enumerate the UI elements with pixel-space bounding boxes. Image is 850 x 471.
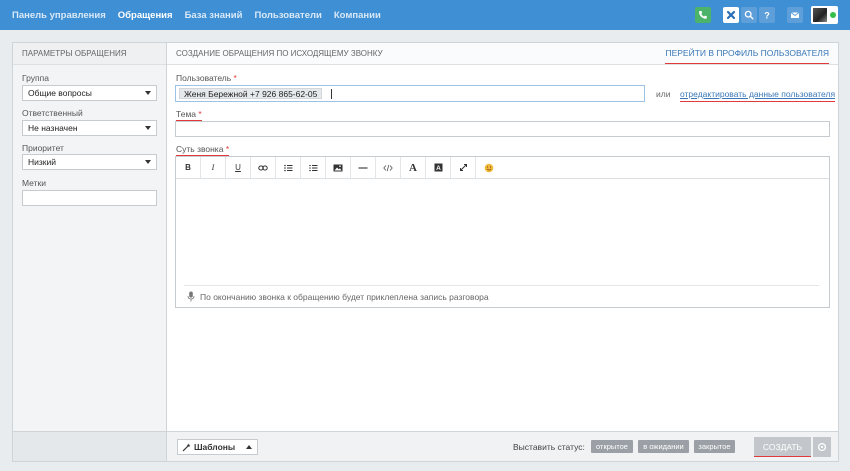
help-button[interactable]: ? (759, 7, 775, 23)
mail-icon (790, 12, 800, 18)
editor-footer: По окончанию звонка к обращению будет пр… (184, 285, 819, 305)
user-avatar[interactable] (811, 6, 838, 24)
status-closed-button[interactable]: закрытое (694, 440, 735, 453)
selected-user-tag[interactable]: Женя Бережной +7 926 865-62-05 (179, 88, 323, 99)
required-marker: * (233, 73, 237, 83)
group-select[interactable]: Общие вопросы (22, 85, 157, 101)
phone-icon (699, 11, 707, 19)
main-nav: Панель управления Обращения База знаний … (12, 0, 381, 30)
assignee-value: Не назначен (28, 123, 78, 133)
priority-label: Приоритет (22, 143, 64, 153)
search-button[interactable] (741, 7, 757, 23)
mail-button[interactable] (787, 7, 803, 23)
close-icon (726, 10, 736, 20)
tags-label: Метки (22, 178, 46, 188)
call-summary-label: Суть звонка * (176, 144, 230, 156)
create-button[interactable]: СОЗДАТЬ (754, 437, 811, 457)
italic-button[interactable]: I (201, 157, 226, 178)
form-header: СОЗДАНИЕ ОБРАЩЕНИЯ ПО ИСХОДЯЩЕМУ ЗВОНКУ … (167, 43, 838, 65)
fullscreen-icon (459, 164, 467, 171)
numbered-list-icon (308, 164, 317, 171)
subject-label-text: Тема (176, 109, 197, 119)
create-options-button[interactable] (813, 437, 831, 457)
emoji-button[interactable] (476, 157, 501, 178)
user-input[interactable]: Женя Бережной +7 926 865-62-05 (175, 85, 645, 102)
close-button[interactable] (723, 7, 739, 23)
top-navigation-bar: Панель управления Обращения База знаний … (0, 0, 850, 30)
online-status-indicator (830, 12, 836, 18)
avatar-image (813, 8, 827, 22)
emoji-icon (484, 163, 493, 172)
edit-user-data-link[interactable]: отредактировать данные пользователя (680, 89, 836, 102)
text-color-icon: A (434, 163, 442, 172)
ticket-form: СОЗДАНИЕ ОБРАЩЕНИЯ ПО ИСХОДЯЩЕМУ ЗВОНКУ … (167, 43, 838, 461)
image-icon (333, 164, 343, 171)
chevron-down-icon (145, 91, 151, 95)
chevron-up-icon (246, 445, 252, 449)
bulleted-list-icon (283, 164, 292, 171)
link-button[interactable] (251, 157, 276, 178)
svg-text:A: A (436, 165, 441, 172)
group-value: Общие вопросы (28, 88, 92, 98)
templates-dropdown[interactable]: Шаблоны (177, 439, 258, 455)
insert-image-button[interactable] (326, 157, 351, 178)
subject-label: Тема * (176, 109, 202, 121)
form-footer: Шаблоны Выставить статус: открытое в ожи… (167, 431, 838, 461)
status-pending-button[interactable]: в ожидании (638, 440, 689, 453)
gear-icon (817, 442, 827, 452)
group-label: Группа (22, 73, 49, 83)
user-label-text: Пользователь (176, 73, 232, 83)
magic-wand-icon (182, 443, 191, 452)
nav-companies[interactable]: Компании (334, 10, 381, 21)
text-cursor (331, 89, 332, 99)
font-button[interactable]: A (401, 157, 426, 178)
horizontal-rule-icon (358, 166, 368, 169)
underline-button[interactable]: U (226, 157, 251, 178)
text-color-button[interactable]: A (426, 157, 451, 178)
sidebar-title: ПАРАМЕТРЫ ОБРАЩЕНИЯ (13, 43, 166, 65)
link-icon (258, 165, 268, 170)
tags-input[interactable] (22, 190, 157, 206)
go-to-user-profile-link[interactable]: ПЕРЕЙТИ В ПРОФИЛЬ ПОЛЬЗОВАТЕЛЯ (665, 43, 829, 64)
ticket-creation-card: ПАРАМЕТРЫ ОБРАЩЕНИЯ Группа Общие вопросы… (12, 42, 839, 462)
required-marker: * (198, 109, 202, 119)
numbered-list-button[interactable] (301, 157, 326, 178)
bold-button[interactable]: B (176, 157, 201, 178)
editor-toolbar: B I U A A (176, 157, 829, 179)
call-summary-editor[interactable]: B I U A A По окончанию звонка к обращени… (175, 156, 830, 308)
microphone-icon (187, 291, 195, 302)
form-title: СОЗДАНИЕ ОБРАЩЕНИЯ ПО ИСХОДЯЩЕМУ ЗВОНКУ (176, 49, 383, 58)
code-icon (383, 164, 393, 171)
fullscreen-button[interactable] (451, 157, 476, 178)
assignee-select[interactable]: Не назначен (22, 120, 157, 136)
ticket-parameters-sidebar: ПАРАМЕТРЫ ОБРАЩЕНИЯ Группа Общие вопросы… (13, 43, 167, 461)
recording-note: По окончанию звонка к обращению будет пр… (200, 292, 489, 302)
footer-sidebar-area (13, 431, 167, 461)
svg-text:?: ? (764, 11, 770, 21)
subject-input[interactable] (175, 121, 830, 137)
assignee-label: Ответственный (22, 108, 83, 118)
code-button[interactable] (376, 157, 401, 178)
priority-value: Низкий (28, 157, 56, 167)
call-summary-label-text: Суть звонка (176, 144, 224, 154)
nav-dashboard[interactable]: Панель управления (12, 10, 106, 21)
nav-knowledge-base[interactable]: База знаний (185, 10, 243, 21)
phone-button[interactable] (695, 7, 711, 23)
nav-users[interactable]: Пользователи (254, 10, 321, 21)
bulleted-list-button[interactable] (276, 157, 301, 178)
chevron-down-icon (145, 160, 151, 164)
required-marker: * (225, 144, 230, 154)
templates-label: Шаблоны (194, 442, 236, 452)
chevron-down-icon (145, 126, 151, 130)
status-open-button[interactable]: открытое (591, 440, 633, 453)
horizontal-rule-button[interactable] (351, 157, 376, 178)
search-icon (744, 10, 754, 20)
nav-tickets[interactable]: Обращения (118, 10, 173, 21)
help-icon: ? (764, 11, 770, 21)
set-status-label: Выставить статус: (513, 442, 585, 452)
user-label: Пользователь * (176, 73, 237, 83)
priority-select[interactable]: Низкий (22, 154, 157, 170)
or-text: или (656, 89, 671, 99)
